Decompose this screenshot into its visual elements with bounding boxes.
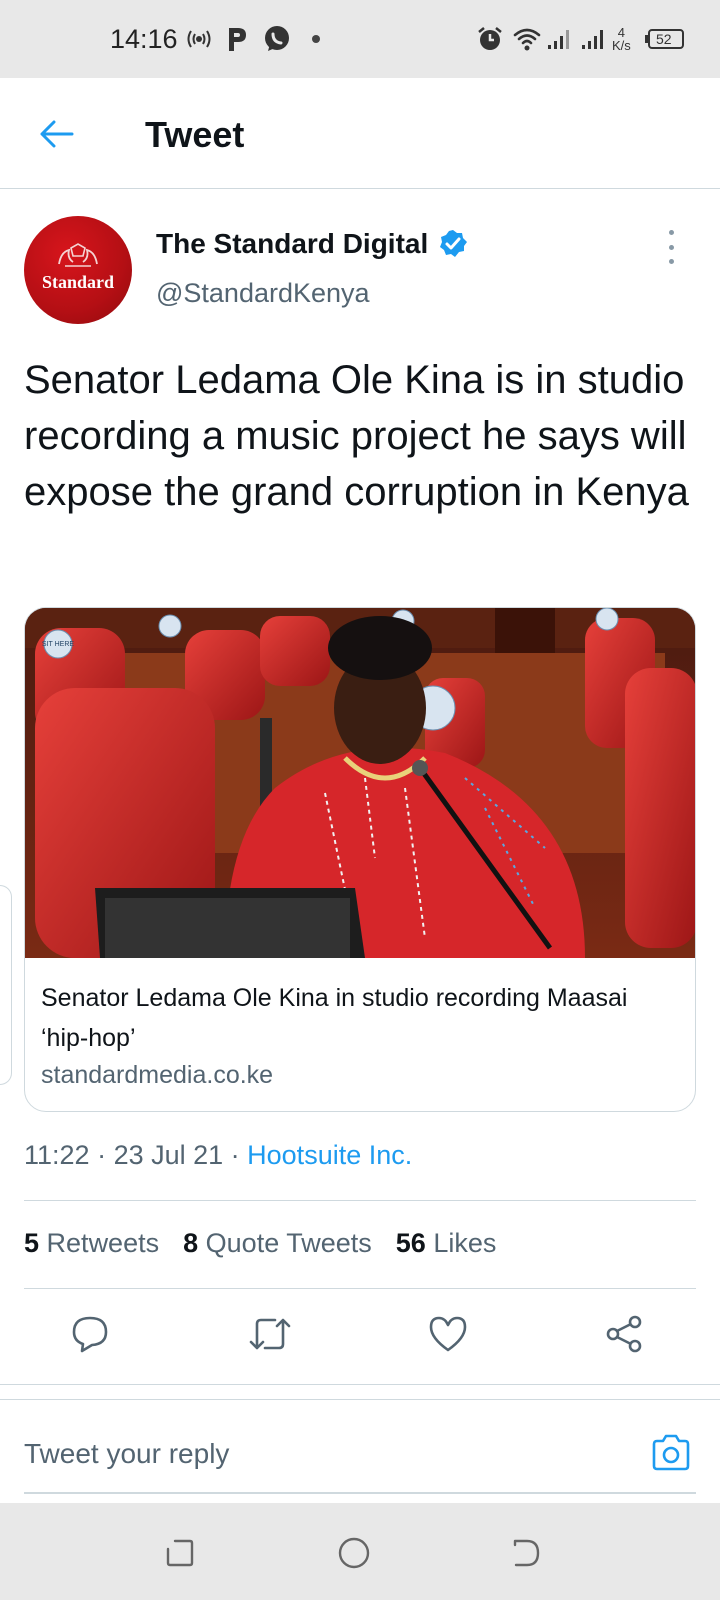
battery-icon: 52 (644, 24, 686, 54)
back-button[interactable] (30, 112, 82, 156)
retweet-button[interactable] (246, 1310, 294, 1358)
tweet-date: 23 Jul 21 (113, 1140, 224, 1170)
crest-icon (58, 242, 98, 267)
link-card[interactable]: SIT HERE Senator Ledama Ole Kina in stud… (24, 607, 696, 1112)
tweet-time: 11:22 (24, 1140, 90, 1170)
network-speed: 4 K/s (612, 25, 631, 53)
tweet-source-link[interactable]: Hootsuite Inc. (247, 1140, 412, 1170)
sign-text: SIT HERE (42, 641, 74, 648)
camera-icon (652, 1434, 690, 1471)
reply-input[interactable] (24, 1432, 614, 1476)
separator: · (89, 1140, 114, 1170)
divider (24, 1288, 696, 1289)
alarm-icon (476, 24, 504, 54)
more-options-button[interactable] (665, 230, 677, 264)
side-edge-handle[interactable] (0, 885, 12, 1085)
whatsapp-icon (262, 24, 292, 54)
tweet-stats: 5 Retweets 8 Quote Tweets 56 Likes (24, 1228, 496, 1259)
reply-underline (24, 1492, 696, 1494)
camera-button[interactable] (648, 1432, 694, 1474)
signal-icon (580, 24, 608, 54)
dot-icon (310, 24, 322, 54)
signal-icon (546, 24, 574, 54)
reply-icon (72, 1316, 108, 1353)
avatar-label: Standard (41, 271, 115, 292)
verified-badge-icon (440, 230, 468, 257)
battery-level: 52 (656, 31, 672, 47)
top-bar: Tweet (0, 78, 720, 189)
status-time: 14:16 (110, 24, 178, 54)
status-bar: 14:16 4 K/s 52 (0, 0, 720, 78)
retweets-stat[interactable]: 5 Retweets (24, 1228, 159, 1259)
divider (24, 1200, 696, 1201)
tweet-text: Senator Ledama Ole Kina is in studio rec… (24, 358, 689, 514)
card-photo: SIT HERE (25, 608, 695, 958)
like-icon (429, 1316, 467, 1352)
separator: · (223, 1140, 248, 1170)
author-name[interactable]: The Standard Digital (156, 228, 468, 260)
p-app-icon (224, 24, 250, 54)
avatar[interactable]: Standard (24, 216, 132, 324)
reply-button[interactable] (66, 1310, 114, 1358)
recents-button[interactable] (160, 1533, 200, 1573)
tweet-meta: 11:22 · 23 Jul 21 · Hootsuite Inc. (24, 1140, 412, 1171)
recents-icon (166, 1539, 194, 1567)
card-image: SIT HERE (25, 608, 695, 958)
likes-stat[interactable]: 56 Likes (396, 1228, 497, 1259)
card-domain: standardmedia.co.ke (41, 1061, 274, 1089)
hotspot-icon (184, 24, 214, 54)
dot (668, 244, 674, 250)
quote-tweets-stat[interactable]: 8 Quote Tweets (183, 1228, 372, 1259)
arrow-left-icon (40, 120, 74, 148)
system-nav-bar (0, 1503, 720, 1600)
home-button[interactable] (334, 1533, 374, 1573)
tweet-actions (0, 1290, 720, 1380)
card-title: Senator Ledama Ole Kina in studio record… (41, 984, 628, 1052)
dot (668, 259, 674, 264)
like-button[interactable] (424, 1310, 472, 1358)
back-nav-button[interactable] (506, 1533, 546, 1573)
section-divider (0, 1384, 720, 1400)
share-icon (606, 1315, 642, 1353)
retweet-icon (249, 1318, 291, 1350)
share-button[interactable] (600, 1310, 648, 1358)
page-title: Tweet (145, 114, 245, 155)
author-handle[interactable]: @StandardKenya (156, 278, 370, 309)
author-name-text: The Standard Digital (156, 228, 429, 259)
home-icon (338, 1537, 370, 1569)
dot (668, 230, 674, 235)
back-nav-icon (513, 1539, 540, 1567)
wifi-icon (512, 24, 542, 54)
